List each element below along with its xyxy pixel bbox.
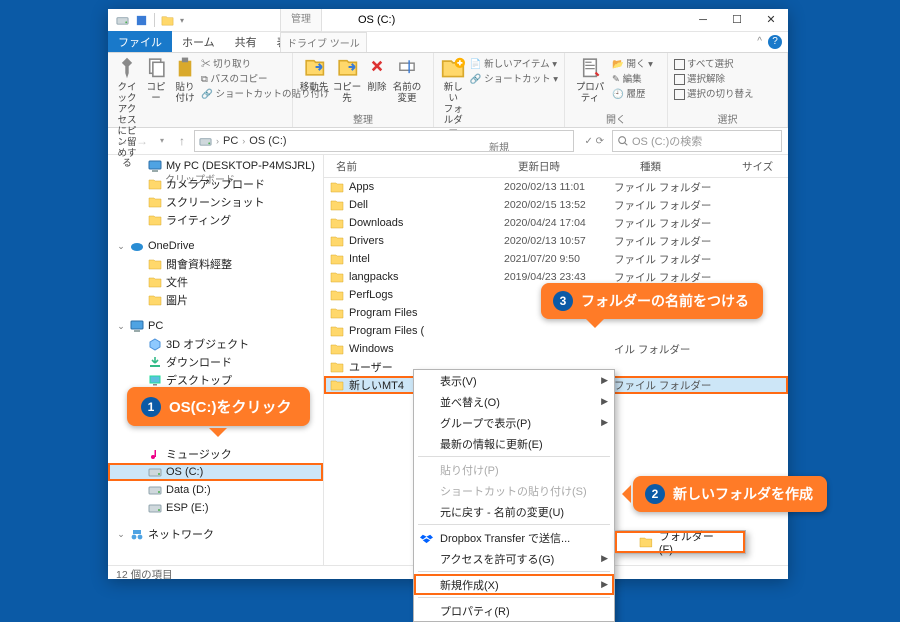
copy-to-button[interactable]: コピー先 — [332, 56, 362, 105]
column-headers[interactable]: 名前 更新日時 種類 サイズ — [324, 155, 788, 178]
new-item-button[interactable]: 📄 新しいアイテム ▾ — [470, 56, 558, 70]
menu-item[interactable]: グループで表示(P)▶ — [414, 412, 614, 433]
callout-2: 2 新しいフォルダを作成 — [633, 476, 827, 512]
tree-item[interactable]: 圖片 — [108, 291, 323, 309]
help-button[interactable]: ? — [768, 35, 782, 49]
callout-3: 3 フォルダーの名前をつける — [541, 283, 763, 319]
select-all-button[interactable]: すべて選択 — [674, 56, 754, 70]
callout-badge: 1 — [141, 397, 161, 417]
history-button[interactable]: 🕘 履歴 — [612, 86, 653, 100]
nav-back-button[interactable]: ← — [114, 133, 130, 149]
copy-button[interactable]: コピー — [143, 56, 169, 105]
tree-item[interactable]: ⌄ネットワーク — [108, 525, 323, 543]
new-folder-button[interactable]: 新しい フォルダー — [440, 56, 467, 138]
col-type[interactable]: 種類 — [634, 159, 736, 174]
tab-drive-tools[interactable]: ドライブ ツール — [280, 32, 367, 52]
menu-item[interactable]: Dropbox Transfer で送信... — [414, 527, 614, 548]
maximize-button[interactable]: ☐ — [720, 9, 754, 31]
pin-quickaccess-button[interactable]: クイック アクセス にピン留めする — [114, 56, 140, 170]
new-shortcut-button[interactable]: 🔗 ショートカット ▾ — [470, 71, 558, 85]
ribbon-collapse-icon[interactable]: ^ — [757, 36, 762, 47]
tree-item[interactable]: ESP (E:) — [108, 499, 323, 517]
menu-item: 貼り付け(P) — [414, 459, 614, 480]
context-menu[interactable]: 表示(V)▶並べ替え(O)▶グループで表示(P)▶最新の情報に更新(E) 貼り付け… — [413, 369, 615, 622]
properties-button[interactable]: プロパティ — [571, 56, 609, 105]
select-none-button[interactable]: 選択解除 — [674, 71, 754, 85]
move-to-button[interactable]: 移動先 — [299, 56, 329, 94]
tree-item[interactable]: ライティング — [108, 211, 323, 229]
tab-share[interactable]: 共有 — [225, 31, 267, 52]
menu-item[interactable]: 最新の情報に更新(E) — [414, 433, 614, 454]
paste-button[interactable]: 貼り付け — [172, 56, 198, 105]
drive-icon — [199, 135, 212, 148]
tree-item[interactable]: OS (C:) — [108, 463, 323, 481]
contextual-tab-label: 管理 — [280, 9, 322, 32]
tree-item[interactable]: 閱會資料經整 — [108, 255, 323, 273]
menu-item: ショートカットの貼り付け(S) — [414, 480, 614, 501]
tree-item[interactable]: スクリーンショット — [108, 193, 323, 211]
select-invert-button[interactable]: 選択の切り替え — [674, 86, 754, 100]
minimize-button[interactable]: ─ — [686, 9, 720, 31]
breadcrumb-item[interactable]: PC — [223, 135, 238, 147]
col-name[interactable]: 名前 — [330, 159, 512, 174]
menu-item[interactable]: プロパティ(R) — [414, 600, 614, 621]
nav-tree[interactable]: My PC (DESKTOP-P4MSJRL)カメラアップロードスクリーンショッ… — [108, 155, 324, 565]
col-size[interactable]: サイズ — [736, 159, 788, 174]
breadcrumb[interactable]: › PC › OS (C:) — [194, 130, 574, 152]
edit-button[interactable]: ✎ 編集 — [612, 71, 653, 85]
nav-up-button[interactable]: ↑ — [174, 133, 190, 149]
qat-dropdown-icon[interactable]: ▾ — [180, 16, 184, 25]
nav-recent-button[interactable]: ▾ — [154, 133, 170, 149]
file-row[interactable]: Apps2020/02/13 11:01ファイル フォルダー — [324, 178, 788, 196]
menu-item[interactable]: 並べ替え(O)▶ — [414, 391, 614, 412]
search-input[interactable]: OS (C:)の検索 — [612, 130, 782, 152]
tree-item[interactable]: カメラアップロード — [108, 175, 323, 193]
address-bar: ← → ▾ ↑ › PC › OS (C:) ✓ ⟳ OS (C:)の検索 — [108, 128, 788, 155]
ribbon-group-open-label: 開く — [571, 111, 661, 126]
open-button[interactable]: 📂 開く ▾ — [612, 56, 653, 70]
close-button[interactable]: ✕ — [754, 9, 788, 31]
callout-badge: 3 — [553, 291, 573, 311]
tree-item[interactable]: ダウンロード — [108, 353, 323, 371]
rename-button[interactable]: 名前の 変更 — [392, 56, 422, 105]
file-row[interactable]: Intel2021/07/20 9:50ファイル フォルダー — [324, 250, 788, 268]
menu-item[interactable]: 新規作成(X)▶ — [414, 574, 614, 595]
menu-item[interactable]: 表示(V)▶ — [414, 370, 614, 391]
tree-item[interactable]: ⌄PC — [108, 317, 323, 335]
tab-file[interactable]: ファイル — [108, 31, 172, 52]
qat-save-icon[interactable] — [135, 14, 148, 27]
tree-item[interactable]: 3D オブジェクト — [108, 335, 323, 353]
context-submenu-new[interactable]: フォルダー(F) — [614, 530, 746, 554]
breadcrumb-item[interactable]: OS (C:) — [249, 135, 286, 147]
titlebar: ▾ 管理 OS (C:) ─ ☐ ✕ — [108, 9, 788, 32]
menu-item[interactable]: 元に戻す - 名前の変更(U) — [414, 501, 614, 522]
ribbon-group-organize-label: 整理 — [299, 111, 427, 126]
file-row[interactable]: Windowsイル フォルダー — [324, 340, 788, 358]
menu-item[interactable]: アクセスを許可する(G)▶ — [414, 548, 614, 569]
tree-item[interactable]: ⌄OneDrive — [108, 237, 323, 255]
qat-folder-icon[interactable] — [161, 14, 174, 27]
ribbon-tabs: ファイル ホーム 共有 表示 ドライブ ツール ^ ? — [108, 32, 788, 53]
callout-badge: 2 — [645, 484, 665, 504]
drive-icon — [116, 14, 129, 27]
search-icon — [617, 135, 629, 147]
delete-button[interactable]: 削除 — [365, 56, 389, 94]
window-title: OS (C:) — [358, 9, 395, 31]
tree-item[interactable]: ミュージック — [108, 445, 323, 463]
callout-1: 1 OS(C:)をクリック — [127, 387, 310, 426]
file-row[interactable]: Drivers2020/02/13 10:57ファイル フォルダー — [324, 232, 788, 250]
tree-item[interactable]: Data (D:) — [108, 481, 323, 499]
tree-item[interactable]: 文件 — [108, 273, 323, 291]
nav-forward-button[interactable]: → — [134, 133, 150, 149]
col-date[interactable]: 更新日時 — [512, 159, 634, 174]
tab-home[interactable]: ホーム — [172, 31, 225, 52]
file-row[interactable]: Program Files ( — [324, 322, 788, 340]
ribbon: クイック アクセス にピン留めする コピー 貼り付け ✂ 切り取り ⧉ パスのコ… — [108, 53, 788, 128]
file-row[interactable]: Downloads2020/04/24 17:04ファイル フォルダー — [324, 214, 788, 232]
tree-item[interactable]: My PC (DESKTOP-P4MSJRL) — [108, 157, 323, 175]
ribbon-group-select-label: 選択 — [674, 111, 781, 126]
file-row[interactable]: Dell2020/02/15 13:52ファイル フォルダー — [324, 196, 788, 214]
submenu-item[interactable]: フォルダー(F) — [615, 531, 745, 553]
